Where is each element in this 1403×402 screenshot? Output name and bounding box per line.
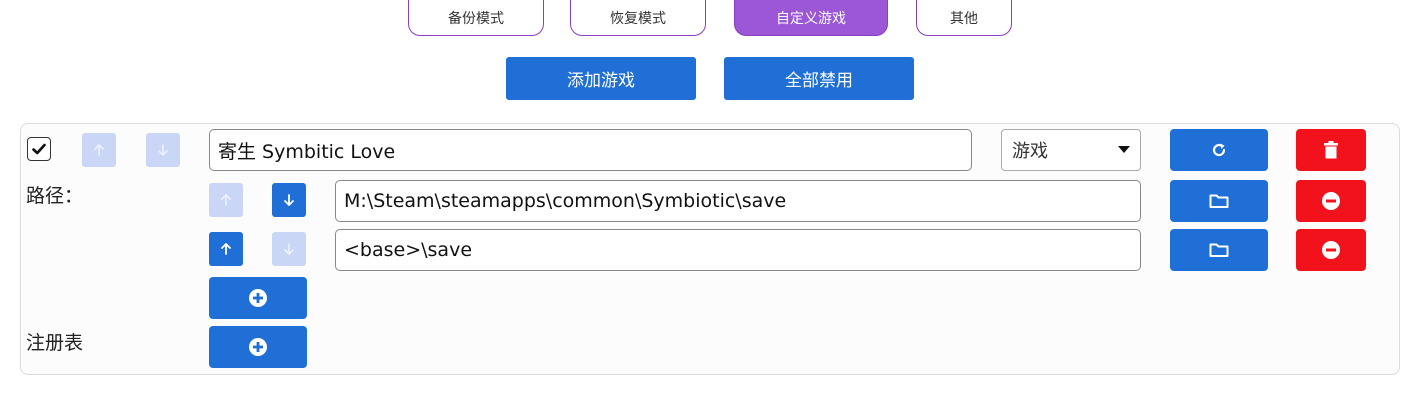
path-2-move-down-button[interactable] bbox=[272, 232, 306, 266]
trash-icon bbox=[1324, 141, 1338, 159]
arrow-down-icon bbox=[284, 194, 294, 206]
caret-down-icon bbox=[1118, 146, 1130, 153]
game-enabled-checkbox[interactable] bbox=[27, 137, 51, 161]
arrow-down-icon bbox=[158, 144, 168, 156]
move-game-down-button[interactable] bbox=[146, 133, 180, 167]
folder-icon bbox=[1209, 194, 1229, 208]
game-category-select[interactable]: 游戏 bbox=[1001, 129, 1141, 171]
path-2-remove-button[interactable] bbox=[1296, 229, 1366, 271]
path-1-move-down-button[interactable] bbox=[272, 183, 306, 217]
path-1-remove-button[interactable] bbox=[1296, 180, 1366, 222]
path-2-browse-button[interactable] bbox=[1170, 229, 1268, 271]
plus-circle-icon bbox=[249, 289, 267, 307]
path-1-browse-button[interactable] bbox=[1170, 180, 1268, 222]
game-name-input[interactable]: 寄生 Symbitic Love bbox=[209, 129, 972, 171]
plus-circle-icon bbox=[249, 338, 267, 356]
refresh-icon bbox=[1212, 143, 1226, 157]
arrow-up-icon bbox=[94, 144, 104, 156]
arrow-up-icon bbox=[221, 194, 231, 206]
game-category-value: 游戏 bbox=[1012, 141, 1048, 162]
registry-label: 注册表 bbox=[26, 332, 84, 354]
minus-circle-icon bbox=[1322, 241, 1340, 259]
tab-backup-mode[interactable]: 备份模式 bbox=[408, 0, 544, 36]
arrow-down-icon bbox=[284, 243, 294, 255]
path-2-move-up-button[interactable] bbox=[209, 232, 243, 266]
disable-all-button[interactable]: 全部禁用 bbox=[724, 57, 914, 100]
delete-game-button[interactable] bbox=[1296, 129, 1366, 171]
tab-custom-games[interactable]: 自定义游戏 bbox=[734, 0, 888, 36]
arrow-up-icon bbox=[221, 243, 231, 255]
folder-icon bbox=[1209, 243, 1229, 257]
check-icon bbox=[32, 143, 46, 155]
add-path-button[interactable] bbox=[209, 277, 307, 319]
path-2-input[interactable]: <base>\save bbox=[335, 229, 1141, 271]
path-1-input[interactable]: M:\Steam\steamapps\common\Symbiotic\save bbox=[335, 180, 1141, 222]
tab-restore-mode[interactable]: 恢复模式 bbox=[570, 0, 706, 36]
add-game-button[interactable]: 添加游戏 bbox=[506, 57, 696, 100]
tab-other[interactable]: 其他 bbox=[916, 0, 1012, 36]
minus-circle-icon bbox=[1322, 192, 1340, 210]
refresh-game-button[interactable] bbox=[1170, 129, 1268, 171]
add-registry-button[interactable] bbox=[209, 326, 307, 368]
paths-label: 路径： bbox=[26, 185, 84, 207]
move-game-up-button[interactable] bbox=[82, 133, 116, 167]
path-1-move-up-button[interactable] bbox=[209, 183, 243, 217]
